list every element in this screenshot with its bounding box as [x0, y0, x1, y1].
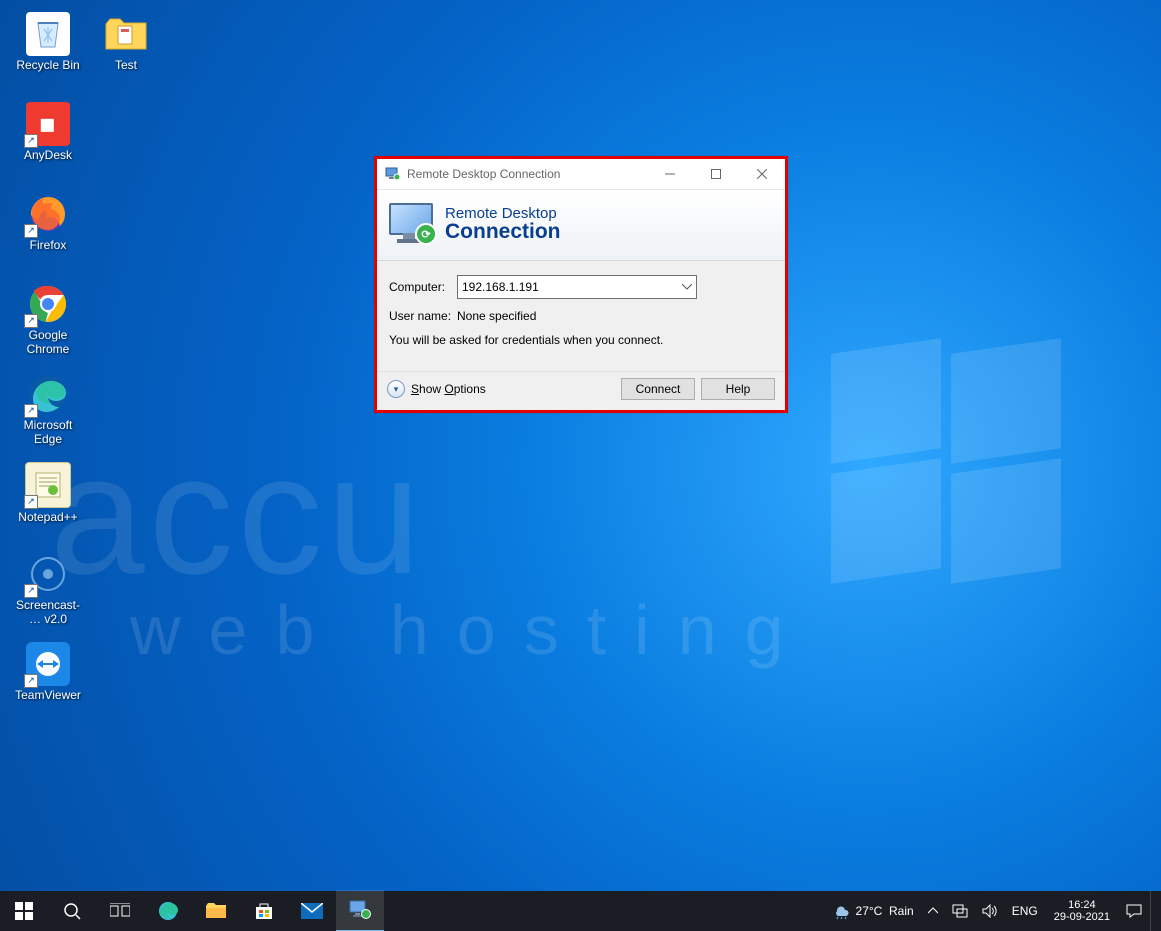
weather-condition: Rain [889, 904, 914, 918]
username-value: None specified [457, 309, 536, 323]
windows-logo-background [831, 346, 1071, 586]
taskbar-mail[interactable] [288, 891, 336, 931]
help-button[interactable]: Help [701, 378, 775, 400]
chevron-down-icon [682, 284, 692, 290]
tray-overflow[interactable] [922, 891, 944, 931]
weather-temp: 27°C [856, 904, 883, 918]
chevron-down-icon: ▾ [387, 380, 405, 398]
shortcut-arrow-icon: ↗ [24, 314, 38, 328]
taskbar-edge[interactable] [144, 891, 192, 931]
shortcut-arrow-icon: ↗ [24, 584, 38, 598]
task-view-icon [110, 903, 130, 919]
shortcut-arrow-icon: ↗ [24, 404, 38, 418]
rdc-icon [349, 900, 371, 920]
title-bar[interactable]: Remote Desktop Connection [377, 159, 785, 189]
taskbar-file-explorer[interactable] [192, 891, 240, 931]
icon-notepad-plus-plus[interactable]: ↗ Notepad++ [10, 462, 86, 544]
icon-recycle-bin[interactable]: Recycle Bin [10, 12, 86, 94]
taskbar-microsoft-store[interactable] [240, 891, 288, 931]
shortcut-arrow-icon: ↗ [24, 495, 38, 509]
desktop-icons-col2: Test [88, 12, 164, 94]
recycle-bin-icon [31, 17, 65, 51]
weather-widget[interactable]: 27°C Rain [827, 891, 920, 931]
computer-combobox[interactable]: 192.168.1.191 [457, 275, 697, 299]
store-icon [254, 901, 274, 921]
icon-google-chrome[interactable]: ↗ Google Chrome [10, 282, 86, 364]
banner-line1: Remote Desktop [445, 206, 561, 221]
folder-icon [104, 14, 148, 54]
minimize-button[interactable] [647, 159, 693, 189]
search-button[interactable] [48, 891, 96, 931]
icon-microsoft-edge[interactable]: ↗ Microsoft Edge [10, 372, 86, 454]
computer-label: Computer: [389, 280, 457, 294]
icon-test-folder[interactable]: Test [88, 12, 164, 94]
icon-screencast[interactable]: ↗ Screencast-… v2.0 [10, 552, 86, 634]
icon-teamviewer[interactable]: ↗ TeamViewer [10, 642, 86, 724]
clock-date: 29-09-2021 [1054, 911, 1110, 923]
shortcut-arrow-icon: ↗ [24, 674, 38, 688]
rdc-app-icon [385, 166, 401, 182]
notification-icon [1126, 903, 1142, 919]
icon-firefox[interactable]: ↗ Firefox [10, 192, 86, 274]
credentials-hint: You will be asked for credentials when y… [389, 333, 773, 347]
rdc-footer: ▾ Show Options Connect Help [377, 371, 785, 410]
tray-network[interactable] [946, 891, 974, 931]
icon-anydesk[interactable]: ◆↗ AnyDesk [10, 102, 86, 184]
shortcut-arrow-icon: ↗ [24, 224, 38, 238]
edge-icon [157, 900, 179, 922]
task-view-button[interactable] [96, 891, 144, 931]
show-options-toggle[interactable]: ▾ Show Options [387, 380, 486, 398]
taskbar[interactable]: 27°C Rain ENG 16:24 29-09-2021 [0, 891, 1161, 931]
desktop-icons-col1: Recycle Bin ◆↗ AnyDesk ↗ Firefox ↗ Googl… [10, 12, 86, 724]
shortcut-arrow-icon: ↗ [24, 134, 38, 148]
system-tray: 27°C Rain ENG 16:24 29-09-2021 [827, 891, 1161, 931]
username-label: User name: [389, 309, 457, 323]
weather-icon [833, 902, 851, 920]
tray-notifications[interactable] [1120, 891, 1148, 931]
windows-icon [15, 902, 33, 920]
search-icon [63, 902, 81, 920]
rdc-banner: ⟳ Remote Desktop Connection [377, 189, 785, 261]
rdc-banner-icon: ⟳ [387, 203, 437, 247]
folder-icon [205, 902, 227, 920]
show-desktop-button[interactable] [1150, 891, 1157, 931]
banner-line2: Connection [445, 221, 561, 243]
remote-desktop-window[interactable]: Remote Desktop Connection ⟳ Remote Deskt… [374, 156, 788, 413]
clock-time: 16:24 [1068, 899, 1096, 911]
chevron-up-icon [928, 906, 938, 916]
tray-clock[interactable]: 16:24 29-09-2021 [1046, 891, 1118, 931]
network-icon [952, 904, 968, 918]
computer-value: 192.168.1.191 [462, 280, 539, 294]
connect-button[interactable]: Connect [621, 378, 695, 400]
tray-volume[interactable] [976, 891, 1004, 931]
taskbar-rdc[interactable] [336, 890, 384, 931]
volume-icon [982, 904, 998, 918]
window-title: Remote Desktop Connection [407, 167, 560, 181]
rdc-body: Computer: 192.168.1.191 User name: None … [377, 261, 785, 371]
mail-icon [301, 903, 323, 919]
maximize-button[interactable] [693, 159, 739, 189]
close-button[interactable] [739, 159, 785, 189]
desktop[interactable]: accu web hosting Recycle Bin ◆↗ AnyDesk … [0, 0, 1161, 931]
start-button[interactable] [0, 891, 48, 931]
tray-language[interactable]: ENG [1006, 891, 1044, 931]
